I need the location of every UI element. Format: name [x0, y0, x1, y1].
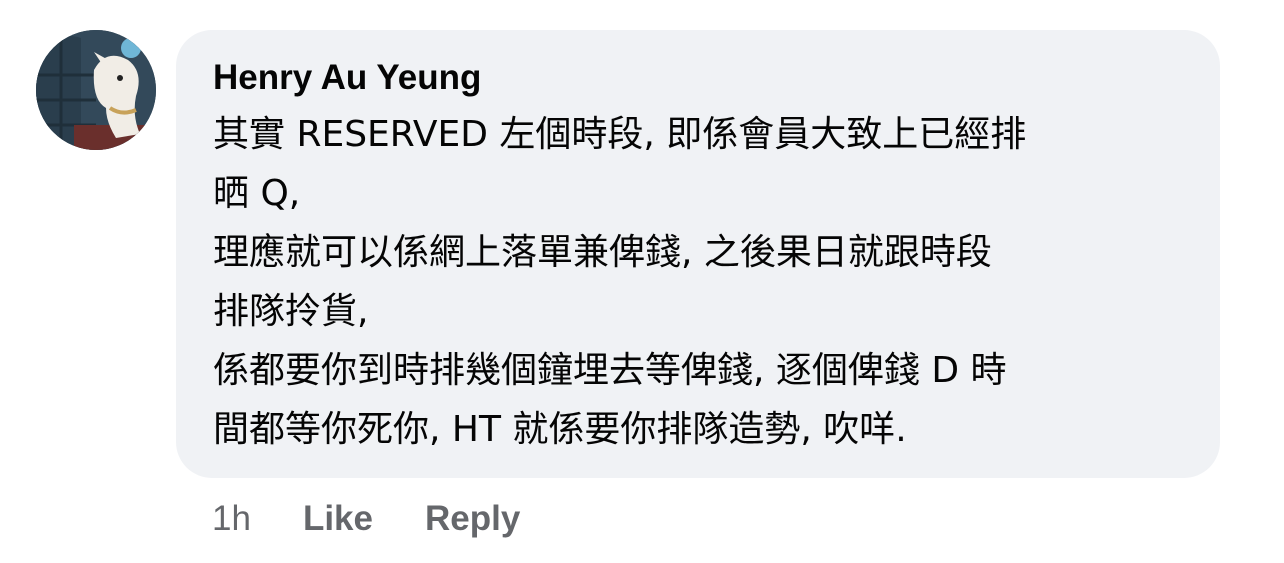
comment-line: 其實 RESERVED 左個時段, 即係會員大致上已經排	[213, 114, 1027, 155]
avatar-illustration	[36, 30, 156, 150]
comment-bubble: Henry Au Yeung 其實 RESERVED 左個時段, 即係會員大致上…	[176, 30, 1220, 478]
comment-line: 排隊拎貨,	[213, 291, 369, 332]
comment-line: 理應就可以係網上落單兼俾錢, 之後果日就跟時段	[213, 232, 992, 273]
comment-actions: 1h Like Reply	[212, 496, 520, 542]
comment-timestamp[interactable]: 1h	[212, 499, 251, 539]
comment-line: 間都等你死你, HT 就係要你排隊造勢, 吹咩.	[213, 409, 907, 450]
comment-line: 係都要你到時排幾個鐘埋去等俾錢, 逐個俾錢 D 時	[213, 350, 1007, 391]
like-button[interactable]: Like	[303, 499, 373, 539]
comment-body: 其實 RESERVED 左個時段, 即係會員大致上已經排 晒 Q, 理應就可以係…	[213, 105, 1190, 459]
comment-line: 晒 Q,	[213, 173, 301, 214]
reply-button[interactable]: Reply	[425, 499, 520, 539]
comment: Henry Au Yeung 其實 RESERVED 左個時段, 即係會員大致上…	[0, 0, 1284, 563]
avatar[interactable]	[36, 30, 156, 150]
comment-author[interactable]: Henry Au Yeung	[213, 56, 1190, 100]
